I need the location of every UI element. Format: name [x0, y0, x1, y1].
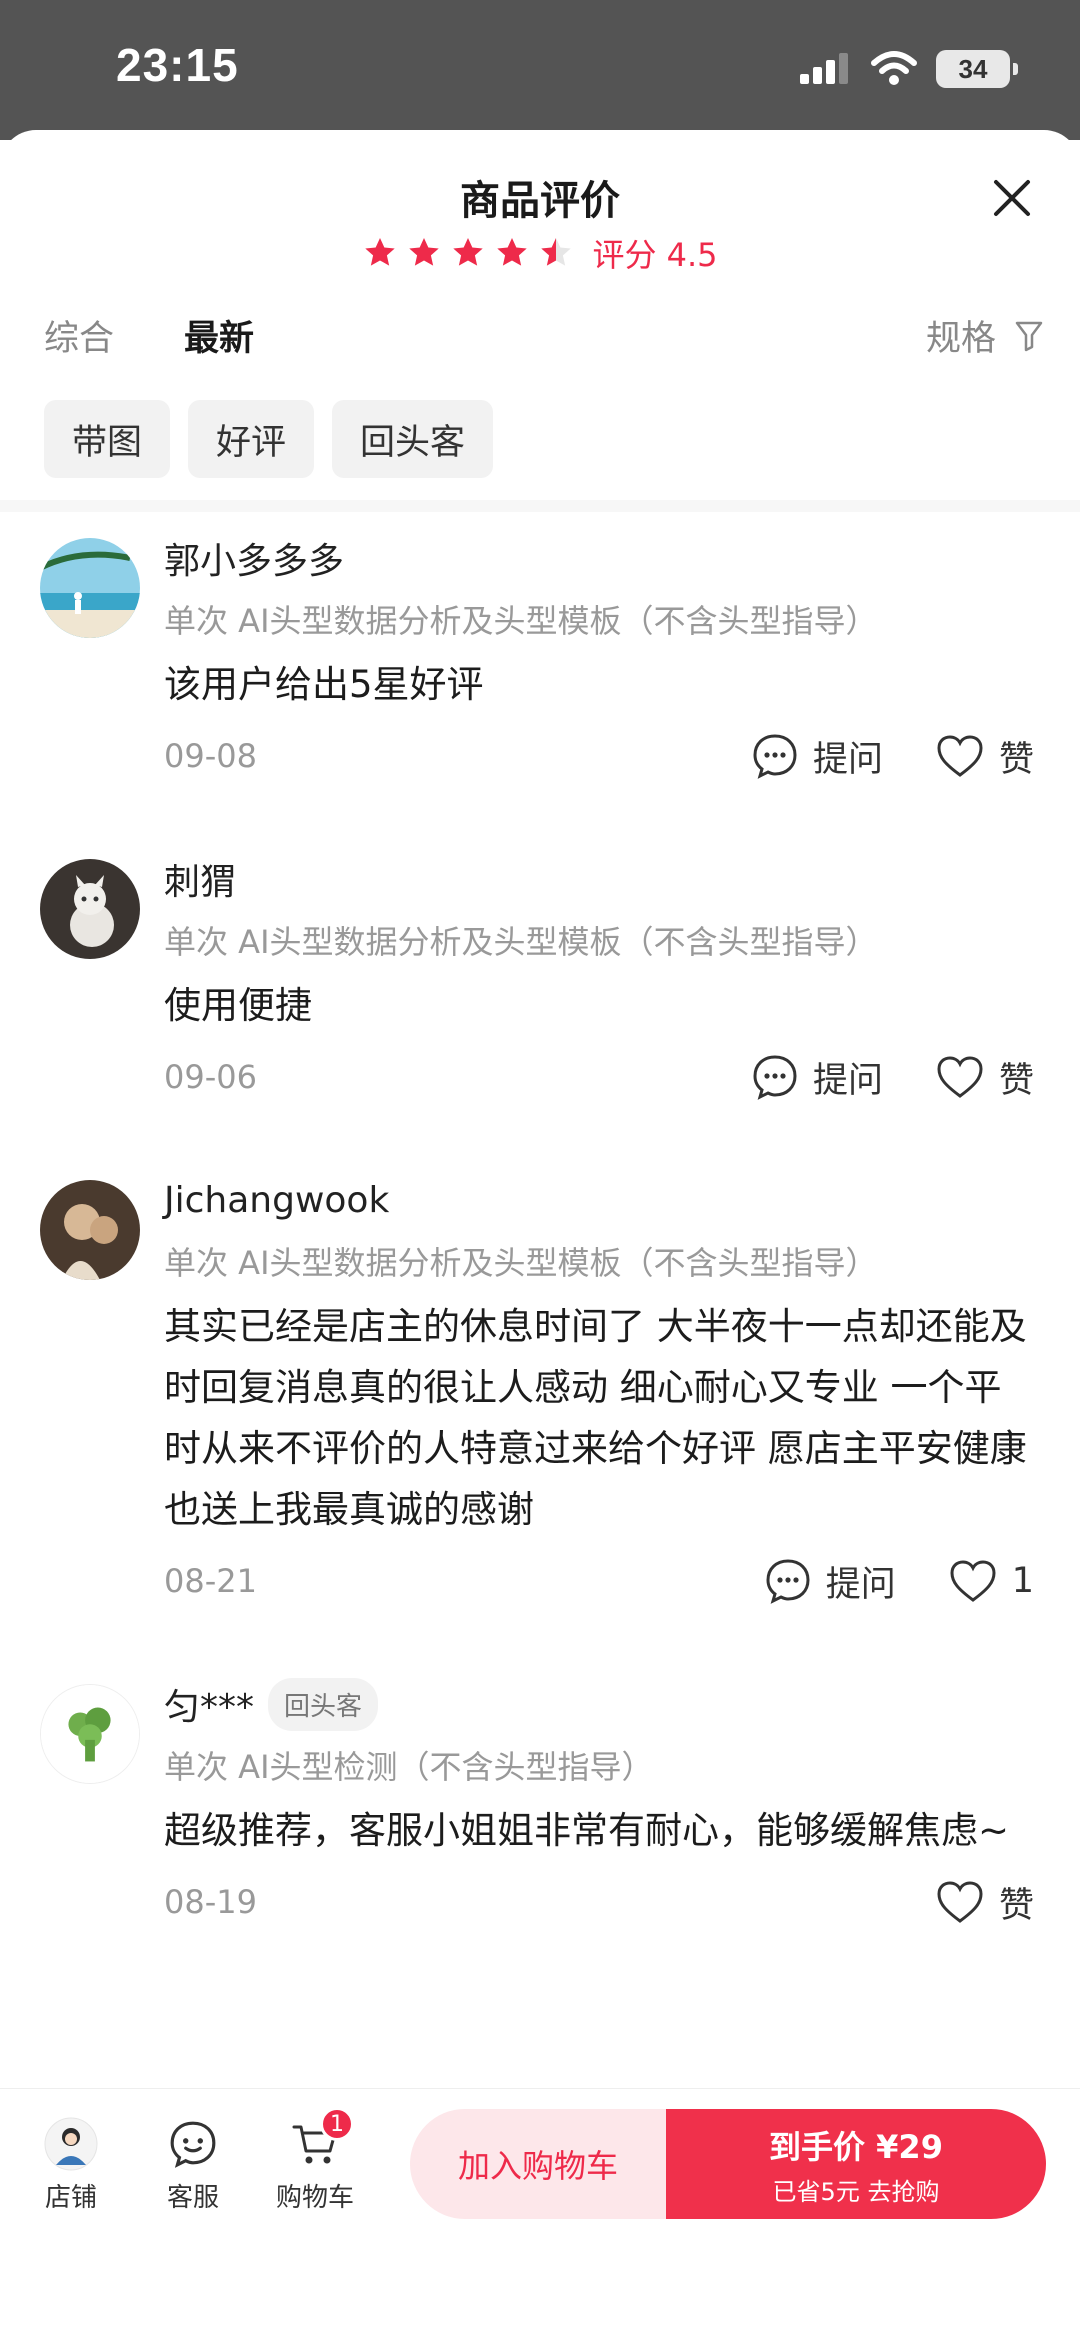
like-button[interactable]: 赞 [935, 1052, 1034, 1103]
star-icon [365, 238, 396, 266]
section-divider [0, 500, 1080, 512]
username: 匀*** [164, 1687, 255, 1728]
star-icon [453, 238, 484, 266]
review-content: 使用便捷 [164, 984, 312, 1027]
star-icon [409, 238, 440, 266]
review-list: 郭小多多多 单次 AI头型数据分析及头型模板（不含头型指导） 该用户给出5星好评… [0, 530, 1080, 1997]
cart-label: 购物车 [275, 2183, 354, 2213]
close-icon[interactable] [984, 170, 1040, 226]
review-sku: 单次 AI头型数据分析及头型模板（不含头型指导） [164, 923, 878, 961]
heart-icon [950, 1560, 996, 1602]
tab-latest[interactable]: 最新 [184, 310, 254, 361]
buy-price-label: 到手价 ¥29 [769, 2127, 943, 2166]
ask-button[interactable]: 提问 [751, 1052, 883, 1103]
ask-button[interactable]: 提问 [751, 731, 883, 782]
avatar[interactable] [40, 859, 140, 959]
review-content: 该用户给出5星好评 [164, 663, 484, 706]
shop-label: 店铺 [44, 2183, 97, 2213]
chat-bubble-icon [753, 734, 797, 779]
heart-icon [937, 735, 983, 777]
page-title: 商品评价 [460, 178, 620, 224]
ask-button[interactable]: 提问 [764, 1556, 896, 1607]
rating-row: 评分 4.5 [0, 230, 1080, 276]
filter-chips: 带图 好评 回头客 [44, 400, 494, 478]
review-item: 匀*** 回头客 单次 AI头型检测（不含头型指导） 超级推荐，客服小姐姐非常有… [0, 1676, 1080, 1937]
battery-indicator: 34 [936, 50, 1018, 88]
returning-customer-badge: 回头客 [268, 1677, 379, 1731]
spec-filter-button[interactable]: 规格 [926, 310, 1044, 361]
chip-with-photo[interactable]: 带图 [44, 400, 171, 478]
like-label: 赞 [998, 739, 1034, 780]
cart-button[interactable]: 1 购物车 [260, 2107, 370, 2214]
spec-filter-label: 规格 [925, 319, 996, 359]
cart-count-badge: 1 [320, 2107, 354, 2141]
avatar[interactable] [40, 538, 140, 638]
status-icons: 34 [798, 50, 1018, 88]
review-content: 超级推荐，客服小姐姐非常有耐心，能够缓解焦虑~ [164, 1809, 1010, 1852]
chat-bubble-icon [766, 1559, 810, 1604]
username: 刺猬 [164, 862, 237, 903]
wifi-icon [871, 51, 917, 85]
avatar[interactable] [40, 1180, 140, 1280]
reviews-sheet: 商品评价 评分 4.5 综合 最新 规格 带图 好评 回头客 郭小多多多 单次 … [0, 130, 1080, 2337]
star-icon [497, 238, 528, 266]
like-label: 赞 [998, 1885, 1034, 1926]
service-label: 客服 [166, 2183, 219, 2213]
heart-icon [937, 1881, 983, 1923]
service-button[interactable]: 客服 [138, 2117, 248, 2214]
like-count: 1 [1011, 1561, 1034, 1601]
buy-savings-label: 已省5元 去抢购 [772, 2177, 940, 2206]
buy-now-button[interactable]: 到手价 ¥29 已省5元 去抢购 [666, 2109, 1046, 2219]
like-label: 赞 [998, 1060, 1034, 1101]
chip-returning-customer[interactable]: 回头客 [332, 400, 494, 478]
rating-stars [362, 235, 574, 271]
sort-tabs: 综合 最新 [44, 310, 254, 361]
review-sku: 单次 AI头型数据分析及头型模板（不含头型指导） [164, 602, 878, 640]
review-item: Jichangwook 单次 AI头型数据分析及头型模板（不含头型指导） 其实已… [0, 1172, 1080, 1616]
half-star-icon [541, 238, 572, 266]
review-item: 刺猬 单次 AI头型数据分析及头型模板（不含头型指导） 使用便捷 09-06 提… [0, 851, 1080, 1112]
like-button[interactable]: 1 [948, 1558, 1034, 1604]
review-date: 08-21 [164, 1562, 257, 1600]
chat-bubble-icon [753, 1055, 797, 1100]
review-date: 09-08 [164, 737, 257, 775]
avatar[interactable] [40, 1684, 140, 1784]
heart-icon [937, 1056, 983, 1098]
review-item: 郭小多多多 单次 AI头型数据分析及头型模板（不含头型指导） 该用户给出5星好评… [0, 530, 1080, 791]
signal-icon [800, 53, 848, 84]
rating-text: 评分 4.5 [592, 236, 718, 274]
filter-icon [1015, 321, 1043, 351]
review-content: 其实已经是店主的休息时间了 大半夜十一点却还能及时回复消息真的很让人感动 细心耐… [164, 1305, 1027, 1531]
status-bar: 23:15 34 [0, 0, 1080, 140]
review-date: 09-06 [164, 1058, 257, 1096]
like-button[interactable]: 赞 [935, 1877, 1034, 1928]
ask-label: 提问 [825, 1564, 896, 1605]
ask-label: 提问 [812, 739, 883, 780]
chip-positive[interactable]: 好评 [188, 400, 315, 478]
customer-service-icon [170, 2121, 216, 2168]
review-sku: 单次 AI头型数据分析及头型模板（不含头型指导） [164, 1244, 878, 1282]
add-to-cart-button[interactable]: 加入购物车 [410, 2109, 666, 2219]
shop-button[interactable]: 店铺 [16, 2117, 126, 2214]
username: Jichangwook [164, 1179, 390, 1221]
bottom-action-bar: 店铺 客服 1 购物车 加入购物车 到手价 ¥29 已省5元 去抢购 [0, 2088, 1080, 2219]
ask-label: 提问 [812, 1060, 883, 1101]
username: 郭小多多多 [164, 541, 345, 582]
review-sku: 单次 AI头型检测（不含头型指导） [164, 1748, 654, 1786]
status-time: 23:15 [116, 39, 239, 91]
review-date: 08-19 [164, 1883, 257, 1921]
like-button[interactable]: 赞 [935, 731, 1034, 782]
shop-avatar-icon [44, 2117, 98, 2171]
tab-comprehensive[interactable]: 综合 [44, 310, 114, 361]
